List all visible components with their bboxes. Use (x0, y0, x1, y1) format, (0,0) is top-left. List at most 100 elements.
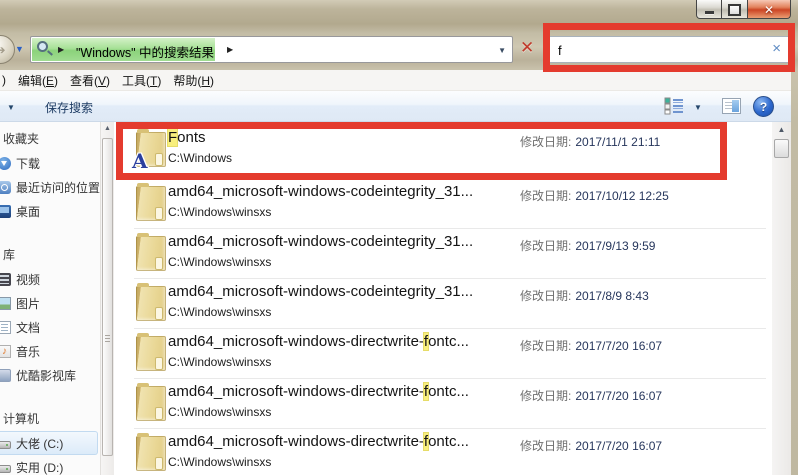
views-list-icon (664, 97, 683, 115)
preview-pane-button[interactable] (722, 98, 741, 114)
close-button[interactable]: ✕ (747, 0, 791, 19)
desktop-icon (0, 204, 11, 218)
minimize-button[interactable] (696, 0, 722, 19)
menu-tools[interactable]: 工具(T) (122, 72, 161, 89)
breadcrumb-arrow-icon[interactable]: ▶ (227, 45, 233, 54)
file-row[interactable]: amd64_microsoft-windows-codeintegrity_31… (114, 178, 772, 228)
sidebar-item-documents[interactable]: 文档 (0, 315, 100, 339)
scrollbar-thumb[interactable] (774, 139, 789, 158)
menu-file-fragment[interactable]: ) (2, 73, 6, 87)
sidebar-item-pictures[interactable]: 图片 (0, 291, 100, 315)
file-name: amd64_microsoft-windows-directwrite-font… (168, 333, 469, 350)
search-icon (37, 41, 48, 52)
sidebar-item-drive-c[interactable]: 大佬 (C:) (0, 431, 98, 455)
music-icon: ♪ (0, 344, 11, 358)
sidebar-item-drive-d[interactable]: 实用 (D:) (0, 455, 100, 475)
menu-edit[interactable]: 编辑(E) (18, 72, 58, 89)
sidebar-item-desktop[interactable]: 桌面 (0, 199, 100, 223)
save-search-button[interactable]: 保存搜索 (45, 99, 93, 116)
menu-help[interactable]: 帮助(H) (173, 72, 214, 89)
sidebar-item-music[interactable]: ♪ 音乐 (0, 339, 100, 363)
address-bar[interactable]: ▶ "Windows" 中的搜索结果 ▶ ▼ (30, 36, 513, 63)
file-date: 修改日期: 2017/10/12 12:25 (520, 189, 669, 203)
file-row[interactable]: amd64_microsoft-windows-codeintegrity_31… (114, 228, 772, 278)
videos-icon (0, 272, 11, 286)
sidebar-item-downloads[interactable]: 下载 (0, 151, 100, 175)
folder-icon (136, 383, 166, 421)
download-icon (0, 156, 11, 170)
sidebar-section-libraries: 库 视频 图片 文档 ♪ 音乐 优酷影视库 (0, 243, 100, 387)
scroll-up-icon[interactable]: ▲ (101, 125, 114, 132)
sidebar-header-favorites[interactable]: 收藏夹 (0, 127, 100, 151)
sidebar-item-videos[interactable]: 视频 (0, 267, 100, 291)
sidebar-section-computer: 计算机 大佬 (C:) 实用 (D:) (0, 407, 100, 475)
file-list-scrollbar[interactable]: ▲ (772, 122, 791, 475)
file-name: amd64_microsoft-windows-directwrite-font… (168, 433, 469, 450)
explorer-window: ✕ ➔ ▼ ▶ "Windows" 中的搜索结果 ▶ ▼ ✕ × ) 编辑(E)… (0, 0, 798, 475)
youku-library-icon (0, 368, 11, 382)
file-path: C:\Windows\winsxs (168, 355, 272, 369)
address-dropdown-icon[interactable]: ▼ (498, 46, 506, 55)
sidebar-header-computer[interactable]: 计算机 (0, 407, 100, 431)
pictures-icon (0, 296, 11, 310)
scrollbar-thumb[interactable] (102, 138, 113, 456)
forward-button[interactable]: ➔ (0, 35, 15, 64)
drive-icon (0, 464, 11, 473)
file-name: amd64_microsoft-windows-codeintegrity_31… (168, 183, 474, 200)
file-date: 修改日期: 2017/9/13 9:59 (520, 239, 656, 253)
breadcrumb[interactable]: "Windows" 中的搜索结果 (76, 42, 214, 61)
file-path: C:\Windows\winsxs (168, 455, 272, 469)
views-button[interactable] (664, 97, 684, 120)
file-name: amd64_microsoft-windows-codeintegrity_31… (168, 233, 474, 250)
file-date: 修改日期: 2017/7/20 16:07 (520, 389, 663, 403)
folder-icon (136, 233, 166, 271)
navigation-pane-scrollbar[interactable]: ▲ (100, 122, 114, 475)
drive-icon (0, 440, 11, 449)
file-date: 修改日期: 2017/7/20 16:07 (520, 439, 663, 453)
menu-bar: ) 编辑(E) 查看(V) 工具(T) 帮助(H) (0, 70, 791, 91)
file-row[interactable]: amd64_microsoft-windows-directwrite-font… (114, 328, 772, 378)
window-controls: ✕ (696, 0, 791, 19)
file-name: amd64_microsoft-windows-codeintegrity_31… (168, 283, 474, 300)
sidebar-header-libraries[interactable]: 库 (0, 243, 100, 267)
history-dropdown-icon[interactable]: ▼ (15, 44, 24, 54)
scroll-up-icon[interactable]: ▲ (772, 126, 791, 134)
menu-view[interactable]: 查看(V) (70, 72, 110, 89)
file-row[interactable]: amd64_microsoft-windows-directwrite-font… (114, 428, 772, 475)
views-dropdown-icon[interactable]: ▼ (694, 103, 702, 112)
help-icon: ? (759, 99, 768, 114)
file-path: C:\Windows\winsxs (168, 205, 272, 219)
sidebar-section-favorites: 收藏夹 下载 最近访问的位置 桌面 (0, 127, 100, 223)
close-icon: ✕ (763, 2, 775, 17)
organize-dropdown-icon[interactable]: ▼ (7, 103, 15, 112)
help-button[interactable]: ? (753, 96, 774, 117)
file-date: 修改日期: 2017/7/20 16:07 (520, 339, 663, 353)
command-toolbar: ▼ 保存搜索 ▼ ? (0, 91, 791, 122)
file-row[interactable]: amd64_microsoft-windows-codeintegrity_31… (114, 278, 772, 328)
folder-icon (136, 433, 166, 471)
navigation-pane: 收藏夹 下载 最近访问的位置 桌面 库 视频 图片 文档 ♪ 音乐 优酷影视库 计… (0, 122, 100, 475)
file-path: C:\Windows\winsxs (168, 405, 272, 419)
stop-search-button[interactable]: ✕ (520, 39, 534, 56)
preview-pane-icon (725, 102, 732, 111)
folder-icon (136, 283, 166, 321)
scrollbar-grip (105, 334, 110, 343)
minimize-icon (704, 11, 714, 14)
file-path: C:\Windows\winsxs (168, 255, 272, 269)
folder-icon (136, 333, 166, 371)
maximize-icon (728, 4, 741, 16)
annotation-box-fonts-row (116, 122, 727, 180)
file-date: 修改日期: 2017/8/9 8:43 (520, 289, 649, 303)
maximize-button[interactable] (721, 0, 748, 19)
folder-icon (136, 183, 166, 221)
file-name: amd64_microsoft-windows-directwrite-font… (168, 383, 469, 400)
sidebar-item-youku-library[interactable]: 优酷影视库 (0, 363, 100, 387)
annotation-box-search (543, 23, 795, 72)
breadcrumb-arrow-icon[interactable]: ▶ (58, 45, 64, 54)
file-row[interactable]: amd64_microsoft-windows-directwrite-font… (114, 378, 772, 428)
file-path: C:\Windows\winsxs (168, 305, 272, 319)
recent-places-icon (0, 180, 11, 194)
documents-icon (0, 320, 11, 334)
forward-icon: ➔ (0, 42, 6, 57)
sidebar-item-recent-places[interactable]: 最近访问的位置 (0, 175, 100, 199)
